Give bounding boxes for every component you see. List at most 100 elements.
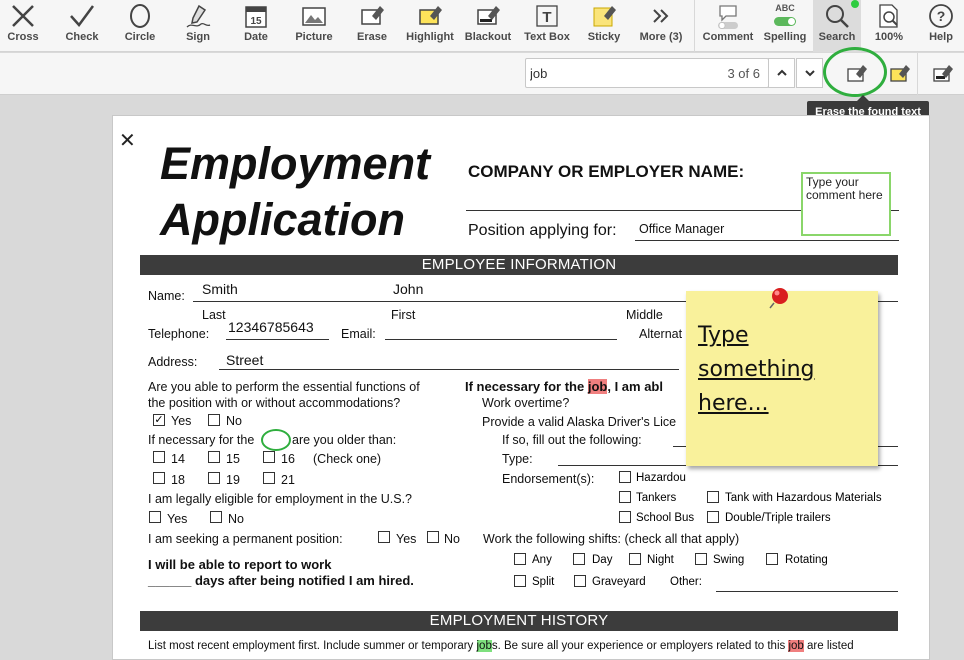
telephone-underline xyxy=(226,339,329,340)
comment-tool-button[interactable]: Comment xyxy=(700,0,756,52)
textbox-icon: T xyxy=(536,5,558,27)
shift-swing-checkbox[interactable] xyxy=(695,553,707,565)
check-tool-button[interactable]: Check xyxy=(58,0,106,52)
search-field[interactable]: 3 of 6 xyxy=(525,58,769,88)
search-match-job: job xyxy=(476,640,492,652)
address-value[interactable]: Street xyxy=(226,352,263,368)
position-label: Position applying for: xyxy=(468,222,617,239)
circle-tool-button[interactable]: Circle xyxy=(116,0,164,52)
shift-night-checkbox[interactable] xyxy=(629,553,641,565)
comment-box[interactable]: Type your comment here xyxy=(801,172,891,236)
textbox-tool-button[interactable]: T Text Box xyxy=(520,0,574,52)
previous-result-button[interactable] xyxy=(768,58,795,88)
report-to-work-line2: ______ days after being notified I am hi… xyxy=(148,573,414,588)
age-21-checkbox[interactable] xyxy=(263,472,275,484)
age-16-checkbox[interactable] xyxy=(263,451,275,463)
cross-label: Cross xyxy=(7,31,39,43)
spelling-tool-button[interactable]: ABC Spelling xyxy=(760,0,810,52)
last-name-value[interactable]: Smith xyxy=(202,281,238,297)
highlight-label: Highlight xyxy=(406,31,454,43)
eligible-no-checkbox[interactable] xyxy=(210,511,222,523)
shift-graveyard-label: Graveyard xyxy=(592,576,646,588)
question-eligible: I am legally eligible for employment in … xyxy=(148,492,413,506)
search-input[interactable] xyxy=(530,63,680,83)
sign-tool-button[interactable]: Sign xyxy=(174,0,222,52)
age-18-checkbox[interactable] xyxy=(153,472,165,484)
endorsement-tank-hazmat-checkbox[interactable] xyxy=(707,491,719,503)
email-underline xyxy=(385,339,617,340)
sticky-tool-button[interactable]: Sticky xyxy=(580,0,628,52)
shift-split-label: Split xyxy=(532,576,555,588)
if-so-label: If so, fill out the following: xyxy=(502,433,642,447)
erase-tool-button[interactable]: Erase xyxy=(348,0,396,52)
shift-any-checkbox[interactable] xyxy=(514,553,526,565)
right-question-post: , I am abl xyxy=(607,379,663,394)
picture-icon xyxy=(302,7,326,26)
endorsement-hazardous-checkbox[interactable] xyxy=(619,471,631,483)
age-19-checkbox[interactable] xyxy=(208,472,220,484)
help-icon: ? xyxy=(929,4,953,28)
question-age-post: are you older than: xyxy=(292,433,397,447)
shift-rotating-label: Rotating xyxy=(785,554,828,566)
more-tool-button[interactable]: More (3) xyxy=(636,0,686,52)
essential-yes-checkbox[interactable]: ✓ xyxy=(153,414,165,426)
shift-rotating-checkbox[interactable] xyxy=(766,553,778,565)
chevron-up-icon xyxy=(776,69,787,76)
date-icon: 15 xyxy=(245,6,267,28)
eligible-yes-checkbox[interactable] xyxy=(149,511,161,523)
right-question-pre: If necessary for the xyxy=(465,379,585,394)
picture-tool-button[interactable]: Picture xyxy=(288,0,340,52)
blackout-found-text-icon[interactable] xyxy=(931,62,955,86)
shifts-label: Work the following shifts: (check all th… xyxy=(483,532,740,546)
highlight-found-text-icon[interactable] xyxy=(888,62,912,86)
cross-icon xyxy=(12,5,34,27)
help-tool-button[interactable]: ? Help xyxy=(918,0,964,52)
endorsement-tankers-checkbox[interactable] xyxy=(619,491,631,503)
main-toolbar: Cross Check Circle Sign 15 Date Picture … xyxy=(0,0,964,52)
telephone-label: Telephone: xyxy=(148,327,210,341)
shift-night-label: Night xyxy=(647,554,674,566)
sticky-note[interactable]: Type something here... xyxy=(686,288,878,466)
license-type-label: Type: xyxy=(502,452,533,466)
search-match-job: job xyxy=(587,379,608,394)
endorsement-double-triple-label: Double/Triple trailers xyxy=(725,512,831,524)
check-one-hint: (Check one) xyxy=(313,452,382,466)
shift-day-checkbox[interactable] xyxy=(573,553,585,565)
age-14-checkbox[interactable] xyxy=(153,451,165,463)
search-tool-button[interactable]: Search xyxy=(813,0,861,52)
annotation-circle xyxy=(261,429,291,451)
age-15-label: 15 xyxy=(226,452,240,466)
age-21-label: 21 xyxy=(281,473,295,487)
blackout-tool-button[interactable]: Blackout xyxy=(462,0,514,52)
essential-no-checkbox[interactable] xyxy=(208,414,220,426)
svg-text:15: 15 xyxy=(250,16,262,27)
svg-text:T: T xyxy=(542,9,551,26)
position-value[interactable]: Office Manager xyxy=(639,222,724,236)
textbox-label: Text Box xyxy=(524,31,570,43)
date-tool-button[interactable]: 15 Date xyxy=(232,0,280,52)
endorsements-label: Endorsement(s): xyxy=(502,472,595,486)
other-shift-underline xyxy=(716,591,898,592)
endorsement-tankers-label: Tankers xyxy=(636,492,677,504)
next-result-button[interactable] xyxy=(796,58,823,88)
zoom-tool-button[interactable]: 100% xyxy=(866,0,912,52)
highlight-icon xyxy=(419,6,442,25)
page-close-icon[interactable]: ✕ xyxy=(119,128,136,153)
permanent-yes-checkbox[interactable] xyxy=(378,531,390,543)
first-name-value[interactable]: John xyxy=(393,281,423,297)
cross-tool-button[interactable]: Cross xyxy=(0,0,46,52)
endorsement-school-bus-checkbox[interactable] xyxy=(619,511,631,523)
active-indicator-dot xyxy=(851,0,859,8)
work-overtime-label: Work overtime? xyxy=(482,396,570,410)
sticky-note-text[interactable]: Type something here... xyxy=(698,319,868,421)
more-icon xyxy=(653,9,669,23)
shift-split-checkbox[interactable] xyxy=(514,575,526,587)
endorsement-double-triple-checkbox[interactable] xyxy=(707,511,719,523)
shift-graveyard-checkbox[interactable] xyxy=(574,575,586,587)
highlight-tool-button[interactable]: Highlight xyxy=(402,0,458,52)
telephone-value[interactable]: 12346785643 xyxy=(228,319,314,335)
permanent-no-checkbox[interactable] xyxy=(427,531,439,543)
age-19-label: 19 xyxy=(226,473,240,487)
annotation-circle xyxy=(823,47,887,97)
age-15-checkbox[interactable] xyxy=(208,451,220,463)
